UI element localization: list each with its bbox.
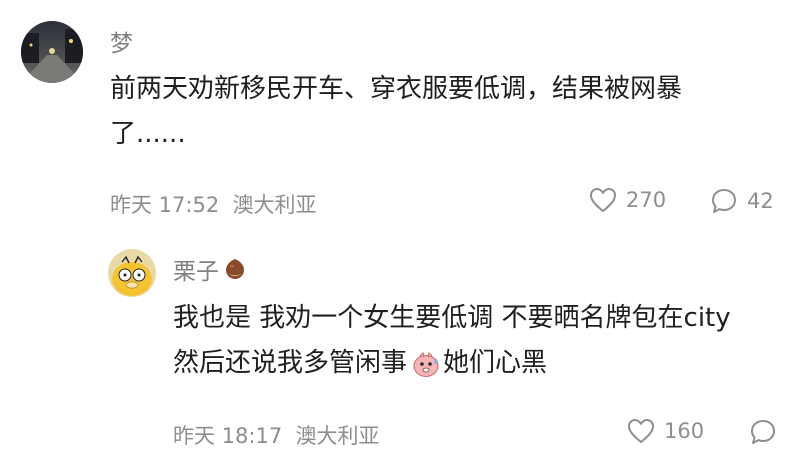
sweating-face-emoji-icon bbox=[411, 349, 441, 379]
comment-text-line: 了...... bbox=[110, 119, 186, 149]
heart-icon bbox=[627, 418, 655, 444]
reply-comment-button[interactable] bbox=[749, 418, 777, 446]
reply-text-line: 我也是 我劝一个女生要低调 不要晒名牌包在city bbox=[173, 303, 731, 333]
comment-username[interactable]: 梦 bbox=[110, 24, 133, 58]
reply-like-count: 160 bbox=[664, 419, 705, 443]
reply-text-segment: 然后还说我多管闲事 bbox=[173, 348, 408, 378]
comment-location: 澳大利亚 bbox=[232, 193, 317, 217]
reply-location: 澳大利亚 bbox=[295, 424, 380, 448]
reply-like-button[interactable]: 160 bbox=[627, 418, 704, 444]
reply-text: 我也是 我劝一个女生要低调 不要晒名牌包在city 然后还说我多管闲事 她们心黑 bbox=[173, 296, 731, 386]
reply-username: 栗子 bbox=[173, 259, 219, 285]
reply-avatar[interactable] bbox=[108, 249, 156, 297]
comment-bubble-icon bbox=[749, 418, 777, 446]
reply-button[interactable]: 42 bbox=[710, 187, 774, 215]
reply-text-line: 然后还说我多管闲事 她们心黑 bbox=[173, 341, 731, 386]
comment-meta: 昨天 17:52 澳大利亚 bbox=[110, 189, 317, 219]
reply-count: 42 bbox=[747, 189, 774, 213]
like-button[interactable]: 270 bbox=[589, 187, 666, 213]
chestnut-emoji-icon bbox=[223, 257, 247, 281]
comment-text: 前两天劝新移民开车、穿衣服要低调，结果被网暴 了...... bbox=[110, 67, 682, 157]
comment-text-line: 前两天劝新移民开车、穿衣服要低调，结果被网暴 bbox=[110, 74, 683, 104]
comment-time: 昨天 17:52 bbox=[110, 193, 220, 217]
heart-icon bbox=[589, 187, 617, 213]
reply-time: 昨天 18:17 bbox=[173, 424, 283, 448]
reply-username-row[interactable]: 栗子 bbox=[173, 252, 247, 286]
avatar[interactable] bbox=[21, 21, 83, 83]
reply-text-segment: 她们心黑 bbox=[443, 348, 548, 378]
like-count: 270 bbox=[626, 188, 667, 212]
reply-meta: 昨天 18:17 澳大利亚 bbox=[173, 420, 380, 450]
comment-bubble-icon bbox=[710, 187, 738, 215]
